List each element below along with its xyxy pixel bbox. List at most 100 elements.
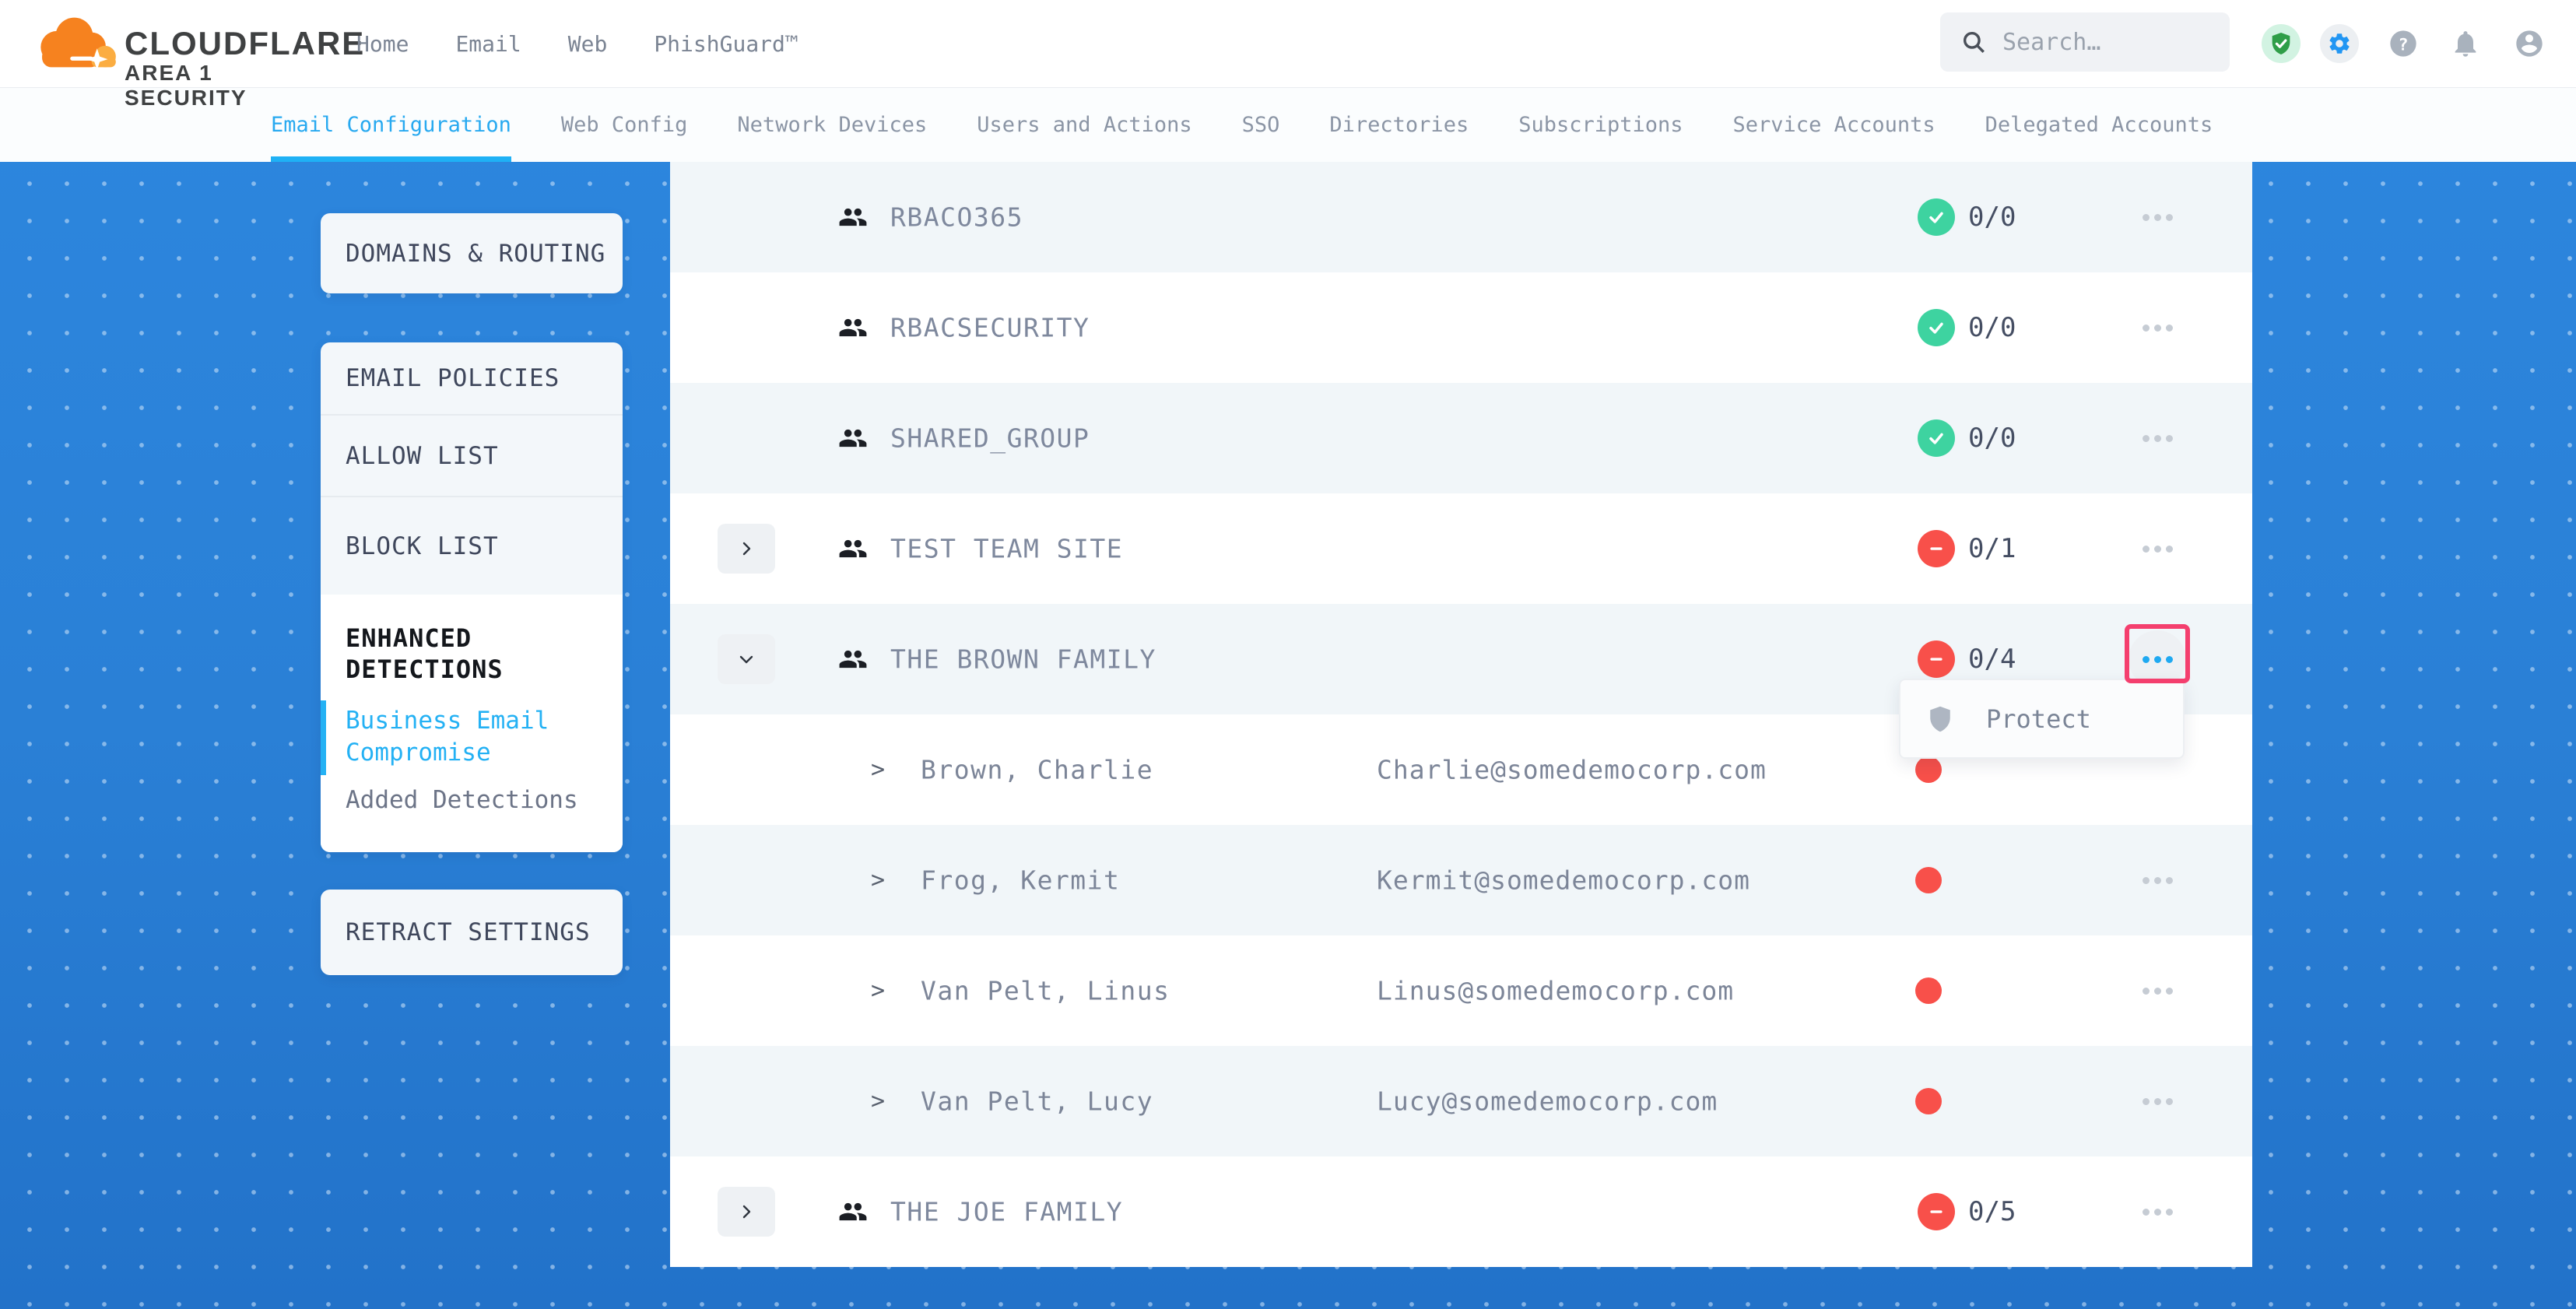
table-row[interactable]: > Van Pelt, Lucy Lucy@somedemocorp.com bbox=[670, 1046, 2252, 1156]
sidebar-item-allow-list[interactable]: ALLOW LIST bbox=[321, 416, 623, 496]
user-email: Charlie@somedemocorp.com bbox=[1377, 755, 1767, 785]
tab-web-config[interactable]: Web Config bbox=[561, 87, 688, 162]
nav-phishguard[interactable]: PhishGuard™ bbox=[654, 31, 798, 57]
table-row[interactable]: TEST TEAM SITE 0/1 bbox=[670, 493, 2252, 604]
status-badge-protected bbox=[1918, 309, 1955, 346]
group-icon bbox=[838, 202, 868, 232]
cloudflare-cloud-icon bbox=[33, 9, 120, 81]
sidebar-item-domains-routing[interactable]: DOMAINS & ROUTING bbox=[321, 240, 605, 268]
table-row[interactable]: THE JOE FAMILY 0/5 bbox=[670, 1156, 2252, 1267]
user-caret[interactable]: > bbox=[871, 1088, 885, 1115]
expand-row-button[interactable] bbox=[718, 1187, 775, 1237]
tab-service-accounts[interactable]: Service Accounts bbox=[1733, 87, 1936, 162]
logo-brand-text: CLOUDFLARE bbox=[125, 25, 365, 62]
nav-home[interactable]: Home bbox=[356, 31, 409, 57]
tab-delegated-accounts[interactable]: Delegated Accounts bbox=[1985, 87, 2213, 162]
user-email: Lucy@somedemocorp.com bbox=[1377, 1086, 1718, 1117]
notifications-button[interactable] bbox=[2450, 28, 2481, 59]
nav-web[interactable]: Web bbox=[568, 31, 608, 57]
row-menu-button[interactable] bbox=[2129, 520, 2186, 577]
sidebar-item-email-policies[interactable]: EMAIL POLICIES bbox=[321, 342, 623, 414]
chevron-right-icon bbox=[738, 540, 755, 557]
status-dot-unprotected bbox=[1915, 977, 1942, 1004]
groups-table: RBACO365 0/0 RBACSECURITY 0/0 SHARED_GRO… bbox=[670, 162, 2252, 1267]
expand-row-button[interactable] bbox=[718, 524, 775, 574]
bell-icon bbox=[2450, 28, 2481, 59]
active-item-indicator bbox=[321, 700, 326, 775]
sidebar-item-retract-settings[interactable]: RETRACT SETTINGS bbox=[321, 918, 591, 946]
chevron-down-icon bbox=[738, 651, 755, 668]
protection-count: 0/0 bbox=[1968, 312, 2016, 343]
sidebar-item-added-detections[interactable]: Added Detections bbox=[321, 786, 623, 814]
sidebar-item-business-email-compromise[interactable]: Business Email Compromise bbox=[321, 705, 623, 769]
status-dot-unprotected bbox=[1915, 1088, 1942, 1114]
group-icon bbox=[838, 313, 868, 342]
sidebar-item-block-list[interactable]: BLOCK LIST bbox=[321, 497, 623, 595]
row-menu-button[interactable] bbox=[2129, 1183, 2186, 1241]
check-icon bbox=[1925, 206, 1947, 228]
search-box[interactable] bbox=[1940, 12, 2230, 72]
status-badge-unprotected bbox=[1918, 530, 1955, 567]
help-button[interactable]: ? bbox=[2388, 28, 2419, 59]
check-icon bbox=[1925, 317, 1947, 339]
app-header: CLOUDFLARE AREA 1 SECURITY Home Email We… bbox=[0, 0, 2576, 88]
nav-email[interactable]: Email bbox=[455, 31, 521, 57]
collapse-row-button[interactable] bbox=[718, 634, 775, 684]
protection-status-button[interactable] bbox=[2262, 24, 2301, 63]
tab-subscriptions[interactable]: Subscriptions bbox=[1518, 87, 1683, 162]
user-name: Van Pelt, Lucy bbox=[921, 1086, 1153, 1117]
user-caret[interactable]: > bbox=[871, 756, 885, 784]
group-name: RBACSECURITY bbox=[890, 313, 1090, 343]
tab-users-and-actions[interactable]: Users and Actions bbox=[977, 87, 1191, 162]
tab-network-devices[interactable]: Network Devices bbox=[737, 87, 927, 162]
sidebar-item-label: BLOCK LIST bbox=[321, 532, 499, 560]
group-name: SHARED_GROUP bbox=[890, 423, 1090, 454]
user-name: Van Pelt, Linus bbox=[921, 976, 1170, 1006]
row-menu-button[interactable] bbox=[2129, 1072, 2186, 1130]
sidebar-card-policies: EMAIL POLICIES ALLOW LIST BLOCK LIST ENH… bbox=[321, 342, 623, 852]
top-navigation: Home Email Web PhishGuard™ bbox=[356, 0, 798, 87]
chevron-right-icon bbox=[738, 1203, 755, 1220]
row-menu-button[interactable] bbox=[2129, 409, 2186, 467]
table-row[interactable]: > Frog, Kermit Kermit@somedemocorp.com bbox=[670, 825, 2252, 935]
search-input[interactable] bbox=[2001, 28, 2214, 57]
section-tabbar: Email Configuration Web Config Network D… bbox=[0, 87, 2576, 162]
protection-count: 0/0 bbox=[1968, 202, 2016, 233]
tab-directories[interactable]: Directories bbox=[1329, 87, 1469, 162]
group-icon bbox=[838, 644, 868, 674]
table-row[interactable]: RBACO365 0/0 bbox=[670, 162, 2252, 272]
tab-sso[interactable]: SSO bbox=[1242, 87, 1280, 162]
question-icon: ? bbox=[2388, 28, 2419, 59]
protection-count: 0/5 bbox=[1968, 1196, 2016, 1227]
status-badge-unprotected bbox=[1918, 640, 1955, 678]
user-caret[interactable]: > bbox=[871, 977, 885, 1005]
row-menu-button[interactable] bbox=[2129, 188, 2186, 246]
minus-icon bbox=[1925, 648, 1947, 670]
row-menu-button[interactable] bbox=[2129, 962, 2186, 1019]
account-button[interactable] bbox=[2514, 28, 2545, 59]
row-menu-button[interactable] bbox=[2129, 851, 2186, 909]
table-row[interactable]: > Van Pelt, Linus Linus@somedemocorp.com bbox=[670, 935, 2252, 1046]
sidebar-section-enhanced-detections: ENHANCED DETECTIONS Business Email Compr… bbox=[321, 595, 623, 852]
sidebar-item-label: Business Email Compromise bbox=[346, 707, 549, 767]
group-icon bbox=[838, 1197, 868, 1227]
group-icon bbox=[838, 534, 868, 563]
sidebar-item-enhanced-detections[interactable]: ENHANCED DETECTIONS bbox=[321, 595, 623, 685]
row-menu-button[interactable] bbox=[2129, 299, 2186, 356]
menu-item-protect[interactable]: Protect bbox=[1986, 704, 2091, 734]
sidebar-card-retract-settings[interactable]: RETRACT SETTINGS bbox=[321, 890, 623, 975]
shield-check-icon bbox=[2269, 31, 2293, 56]
settings-button[interactable] bbox=[2320, 24, 2359, 63]
table-row[interactable]: RBACSECURITY 0/0 bbox=[670, 272, 2252, 383]
table-row[interactable]: SHARED_GROUP 0/0 bbox=[670, 383, 2252, 493]
sidebar-card-domains-routing[interactable]: DOMAINS & ROUTING bbox=[321, 213, 623, 293]
protection-count: 0/4 bbox=[1968, 644, 2016, 675]
group-name: TEST TEAM SITE bbox=[890, 534, 1123, 564]
protection-count: 0/1 bbox=[1968, 533, 2016, 564]
cloudflare-logo[interactable]: CLOUDFLARE AREA 1 SECURITY bbox=[33, 5, 313, 86]
minus-icon bbox=[1925, 538, 1947, 560]
user-caret[interactable]: > bbox=[871, 867, 885, 894]
sidebar-item-label: EMAIL POLICIES bbox=[321, 364, 560, 392]
group-icon bbox=[838, 423, 868, 453]
user-name: Frog, Kermit bbox=[921, 865, 1120, 896]
